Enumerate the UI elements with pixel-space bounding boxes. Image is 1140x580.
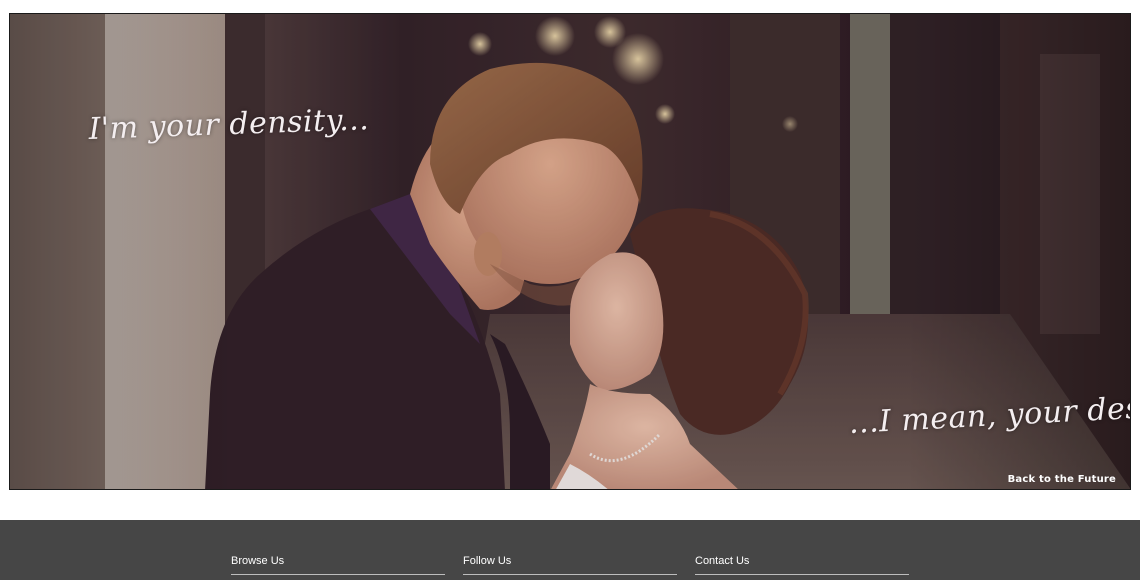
- footer-column-follow: Follow Us: [463, 554, 677, 575]
- photo-caption[interactable]: Back to the Future: [1008, 474, 1116, 485]
- footer-heading-browse[interactable]: Browse Us: [231, 555, 284, 567]
- footer-column-browse: Browse Us: [231, 554, 445, 575]
- footer-heading-contact[interactable]: Contact Us: [695, 555, 749, 567]
- site-footer: Browse Us Follow Us Contact Us: [0, 520, 1140, 580]
- footer-heading-follow[interactable]: Follow Us: [463, 555, 511, 567]
- hero-banner: I'm your density... ...I mean, your dest…: [9, 13, 1131, 490]
- footer-column-contact: Contact Us: [695, 554, 909, 575]
